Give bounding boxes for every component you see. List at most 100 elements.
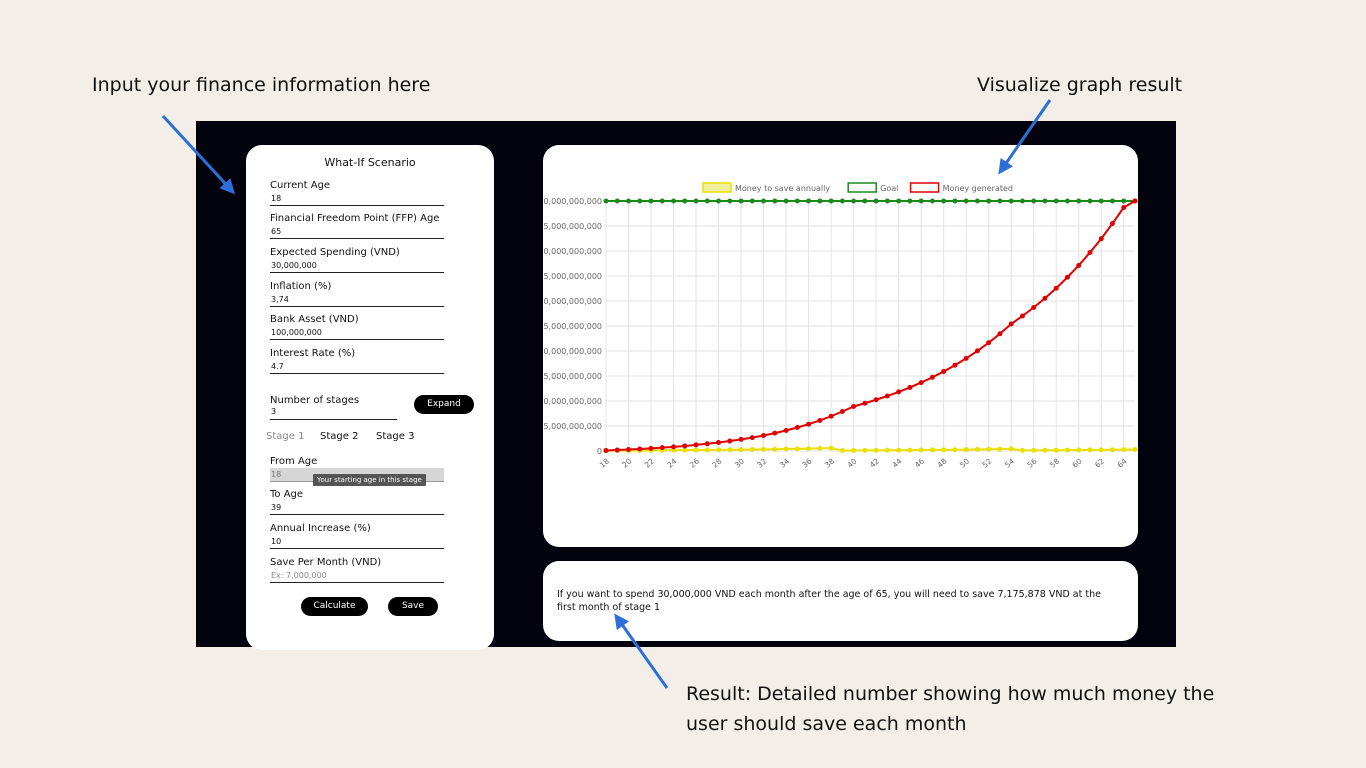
data-point	[851, 198, 857, 204]
data-point	[817, 445, 823, 451]
data-point	[1109, 221, 1115, 226]
data-point	[1064, 447, 1070, 453]
calculate-button[interactable]: Calculate	[301, 597, 368, 616]
data-point	[963, 355, 969, 361]
save-button[interactable]: Save	[388, 597, 438, 616]
legend-swatch	[847, 182, 877, 193]
data-point	[761, 446, 767, 452]
current-age-input[interactable]	[270, 192, 444, 206]
data-point	[918, 447, 924, 453]
x-tick-label: 32	[755, 456, 768, 469]
data-point	[1076, 263, 1082, 268]
data-point	[772, 430, 778, 436]
data-point	[817, 417, 823, 423]
data-point	[1121, 447, 1127, 453]
data-point	[1121, 205, 1127, 210]
data-point	[1087, 198, 1093, 204]
legend-label: Money to save annually	[735, 184, 830, 193]
legend-label: Goal	[880, 184, 898, 193]
data-point	[974, 446, 980, 452]
data-point	[873, 198, 879, 204]
data-point	[637, 198, 643, 204]
data-point	[738, 198, 744, 204]
current-age-field: Current Age	[270, 180, 444, 206]
x-tick-label: 60	[1071, 456, 1084, 469]
data-point	[1132, 446, 1138, 452]
inflation-input[interactable]	[270, 293, 444, 307]
data-point	[884, 198, 890, 204]
data-point	[671, 444, 677, 450]
data-point	[626, 447, 632, 453]
data-point	[884, 447, 890, 453]
data-point	[614, 447, 620, 453]
number-of-stages-input[interactable]	[270, 404, 397, 420]
tab-stage-2[interactable]: Stage 2	[320, 431, 358, 442]
data-point	[716, 198, 722, 204]
bank-asset-input[interactable]	[270, 326, 444, 340]
annotation-input: Input your finance information here	[92, 74, 431, 96]
ffp-age-field: Financial Freedom Point (FFP) Age	[270, 213, 444, 239]
data-point	[749, 198, 755, 204]
data-point	[772, 198, 778, 204]
inflation-label: Inflation (%)	[270, 281, 332, 292]
save-per-month-field: Save Per Month (VND)	[270, 557, 444, 583]
data-point	[851, 404, 857, 409]
data-point	[1132, 198, 1138, 204]
interest-rate-input[interactable]	[270, 360, 444, 374]
data-point	[941, 198, 947, 204]
tab-stage-3[interactable]: Stage 3	[376, 431, 414, 442]
data-point	[929, 374, 935, 380]
y-tick-label: 40,000,000,000	[543, 247, 602, 256]
data-point	[648, 198, 654, 204]
y-tick-label: 15,000,000,000	[543, 372, 602, 381]
data-point	[873, 397, 879, 403]
data-point	[749, 435, 755, 441]
data-point	[1121, 198, 1127, 204]
data-point	[682, 198, 688, 204]
x-tick-label: 64	[1116, 456, 1129, 469]
data-point	[1053, 285, 1059, 291]
data-point	[603, 198, 609, 204]
data-point	[817, 198, 823, 204]
data-point	[997, 331, 1003, 337]
data-point	[986, 340, 992, 346]
data-point	[1053, 198, 1059, 204]
data-point	[1042, 198, 1048, 204]
data-point	[794, 446, 800, 452]
data-point	[648, 445, 654, 451]
data-point	[704, 198, 710, 204]
x-tick-label: 24	[665, 456, 678, 469]
save-per-month-input[interactable]	[270, 569, 444, 583]
data-point	[974, 348, 980, 354]
data-point	[862, 198, 868, 204]
y-tick-label: 35,000,000,000	[543, 272, 602, 281]
x-tick-label: 38	[823, 456, 836, 469]
data-point	[693, 442, 699, 448]
expand-button[interactable]: Expand	[414, 395, 474, 414]
x-tick-label: 44	[890, 456, 903, 469]
data-point	[941, 369, 947, 375]
expected-spending-input[interactable]	[270, 259, 444, 273]
ffp-age-input[interactable]	[270, 225, 444, 239]
data-point	[851, 447, 857, 453]
x-tick-label: 34	[778, 456, 791, 469]
x-tick-label: 36	[800, 456, 813, 469]
data-point	[1087, 447, 1093, 453]
y-tick-label: 45,000,000,000	[543, 222, 602, 231]
data-point	[738, 447, 744, 453]
data-point	[806, 446, 812, 452]
bank-asset-label: Bank Asset (VND)	[270, 314, 359, 325]
data-point	[1076, 198, 1082, 204]
annual-increase-input[interactable]	[270, 535, 444, 549]
legend-swatch	[702, 182, 732, 193]
data-point	[1053, 447, 1059, 453]
data-point	[772, 446, 778, 452]
data-point	[727, 447, 733, 453]
data-point	[761, 198, 767, 204]
to-age-input[interactable]	[270, 501, 444, 515]
tab-stage-1[interactable]: Stage 1	[266, 431, 304, 442]
x-tick-label: 50	[958, 456, 971, 469]
result-panel: If you want to spend 30,000,000 VND each…	[543, 561, 1138, 641]
data-point	[974, 198, 980, 204]
data-point	[783, 446, 789, 452]
